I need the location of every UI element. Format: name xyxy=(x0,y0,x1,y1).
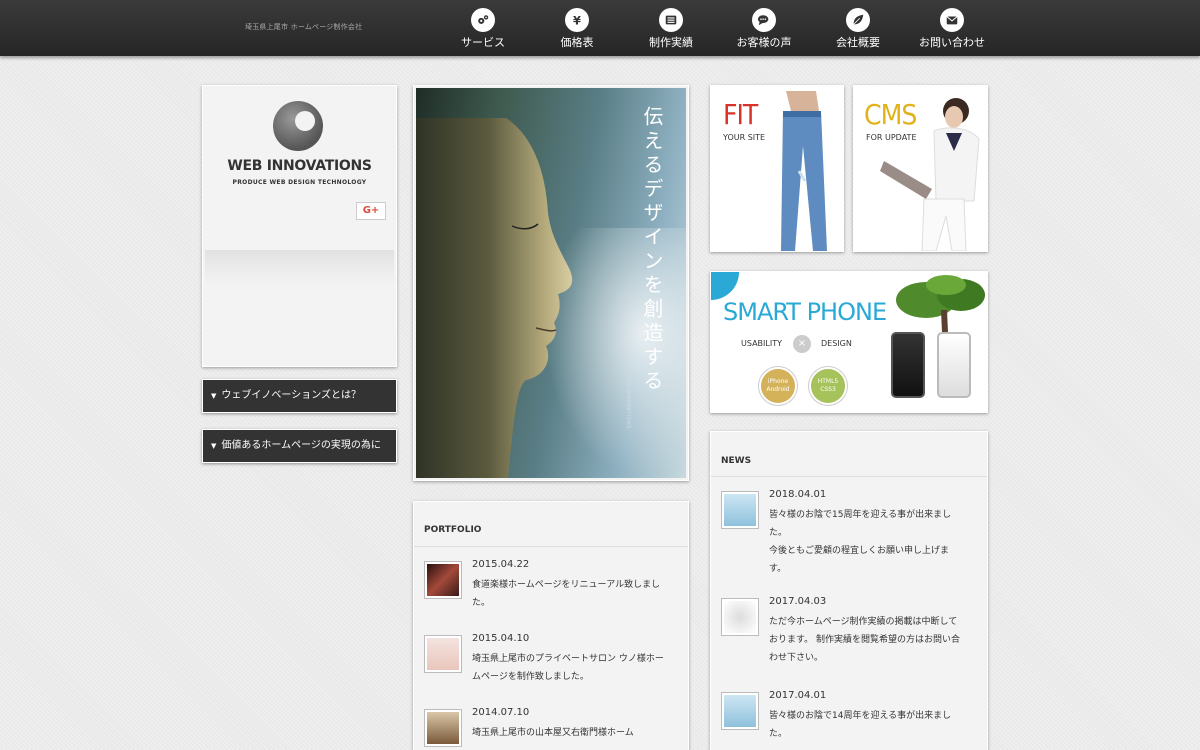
google-plus-button[interactable]: G+ xyxy=(356,202,386,220)
list-item[interactable]: 2017.04.03 ただ今ホームページ制作実績の掲載は中断しております。 制作… xyxy=(711,584,987,678)
triangle-down-icon: ▼ xyxy=(211,392,217,400)
nav-item-contact[interactable]: お問い合わせ xyxy=(907,8,997,49)
entry-date: 2017.04.03 xyxy=(769,596,827,607)
design-label: DESIGN xyxy=(821,339,852,348)
thumbnail xyxy=(424,635,462,673)
entry-text: 皆々様のお陰で14周年を迎える事が出来ました。 xyxy=(769,711,952,739)
list-item[interactable]: 2014.07.10 埼玉県上尾市の山本屋又右衛門様ホーム xyxy=(414,695,688,750)
entry-date: 2015.04.22 xyxy=(472,559,530,570)
entry-date: 2014.07.10 xyxy=(472,707,530,718)
hero-banner: 伝えるデザインを創造する WEB INNOVATIONS xyxy=(413,85,689,481)
nav-item-voice[interactable]: お客様の声 xyxy=(719,8,809,49)
site-tagline: 埼玉県上尾市 ホームページ制作会社 xyxy=(245,23,363,31)
cms-title: CMS xyxy=(864,98,917,131)
nav-item-company[interactable]: 会社概要 xyxy=(813,8,903,49)
face-profile-image xyxy=(416,118,573,478)
logo-mark-icon xyxy=(273,101,323,151)
nav-label: サービス xyxy=(461,36,505,49)
smartphone-title: SMART PHONE xyxy=(723,298,887,326)
thumbnail xyxy=(424,709,462,747)
logo-title: WEB INNOVATIONS xyxy=(227,158,372,174)
entry-text: 皆々様のお陰で15周年を迎える事が出来ました。 今後ともご愛顧の程宜しくお願い申… xyxy=(769,510,952,574)
fit-banner[interactable]: FIT YOUR SITE xyxy=(710,85,844,252)
hero-small-text: WEB INNOVATIONS xyxy=(625,374,631,429)
nav-item-service[interactable]: サービス xyxy=(438,8,528,49)
triangle-down-icon: ▼ xyxy=(211,442,217,450)
logo-subtitle: PRODUCE WEB DESIGN TECHNOLOGY xyxy=(232,179,367,186)
usability-label: USABILITY xyxy=(741,339,782,348)
nav-item-works[interactable]: 制作実績 xyxy=(626,8,716,49)
news-panel: NEWS 2018.04.01 皆々様のお陰で15周年を迎える事が出来ました。 … xyxy=(710,431,988,750)
nav-label: 会社概要 xyxy=(836,36,880,49)
fit-subtitle: YOUR SITE xyxy=(723,133,766,142)
comments-icon xyxy=(752,8,776,32)
nav-label: 制作実績 xyxy=(649,36,693,49)
nav-label: お問い合わせ xyxy=(919,36,985,49)
thumbnail xyxy=(721,598,759,636)
leaf-icon xyxy=(846,8,870,32)
portfolio-panel: PORTFOLIO 2015.04.22 食道楽様ホームページをリニューアル致し… xyxy=(413,501,689,750)
fit-title: FIT xyxy=(723,98,758,131)
hero-image: 伝えるデザインを創造する WEB INNOVATIONS xyxy=(416,88,686,478)
html5-css3-badge: HTML5 CSS3 xyxy=(809,367,847,405)
thumbnail xyxy=(721,692,759,730)
sidebar-link-label: ウェブイノベーションズとは？ xyxy=(221,390,361,401)
entry-date: 2018.04.01 xyxy=(769,489,827,500)
cms-subtitle: FOR UPDATE xyxy=(866,133,917,142)
nav-label: お客様の声 xyxy=(736,36,792,49)
jeans-model-image xyxy=(781,91,827,251)
sidebar-link-value[interactable]: ▼ 価値あるホームページの実現の為に xyxy=(202,429,397,463)
entry-text: ただ今ホームページ制作実績の掲載は中断しております。 制作実績を閲覧希望の方はお… xyxy=(769,617,960,663)
list-item[interactable]: 2018.04.01 皆々様のお陰で15周年を迎える事が出来ました。 今後ともご… xyxy=(711,477,987,584)
nav-label: 価格表 xyxy=(560,36,594,49)
top-navbar: 埼玉県上尾市 ホームページ制作会社 サービス ¥ 価格表 制作実績 お客様の声 … xyxy=(0,0,1200,56)
smartphone-banner[interactable]: SMART PHONE USABILITY × DESIGN iPhone An… xyxy=(710,271,988,413)
black-phone-image xyxy=(891,332,925,398)
yen-icon: ¥ xyxy=(565,8,589,32)
entry-date: 2015.04.10 xyxy=(472,633,530,644)
logo-divider xyxy=(205,250,394,285)
entry-date: 2017.04.01 xyxy=(769,690,827,701)
envelope-icon xyxy=(940,8,964,32)
list-item[interactable]: 2017.04.01 皆々様のお陰で14周年を迎える事が出来ました。 xyxy=(711,678,987,750)
list-icon xyxy=(659,8,683,32)
news-title: NEWS xyxy=(711,432,987,477)
nav-item-price[interactable]: ¥ 価格表 xyxy=(532,8,622,49)
portfolio-title: PORTFOLIO xyxy=(414,502,688,547)
logo-panel: WEB INNOVATIONS PRODUCE WEB DESIGN TECHN… xyxy=(202,85,397,367)
list-item[interactable]: 2015.04.22 食道楽様ホームページをリニューアル致しました。 xyxy=(414,547,688,621)
thumbnail xyxy=(721,491,759,529)
sidebar-link-about[interactable]: ▼ ウェブイノベーションズとは？ xyxy=(202,379,397,413)
list-item[interactable]: 2015.04.10 埼玉県上尾市のプライベートサロン ウノ様ホームページを制作… xyxy=(414,621,688,695)
svg-text:¥: ¥ xyxy=(573,13,581,27)
hero-headline: 伝えるデザインを創造する xyxy=(640,106,664,394)
iphone-android-badge: iPhone Android xyxy=(759,367,797,405)
white-phone-image xyxy=(937,332,971,398)
sidebar-link-label: 価値あるホームページの実現の為に xyxy=(221,440,381,451)
entry-text: 埼玉県上尾市のプライベートサロン ウノ様ホームページを制作致しました。 xyxy=(472,654,664,682)
gears-icon xyxy=(471,8,495,32)
cross-icon: × xyxy=(793,335,811,353)
entry-text: 埼玉県上尾市の山本屋又右衛門様ホーム xyxy=(472,728,634,738)
thumbnail xyxy=(424,561,462,599)
entry-text: 食道楽様ホームページをリニューアル致しました。 xyxy=(472,580,661,608)
cms-banner[interactable]: CMS FOR UPDATE xyxy=(853,85,988,252)
